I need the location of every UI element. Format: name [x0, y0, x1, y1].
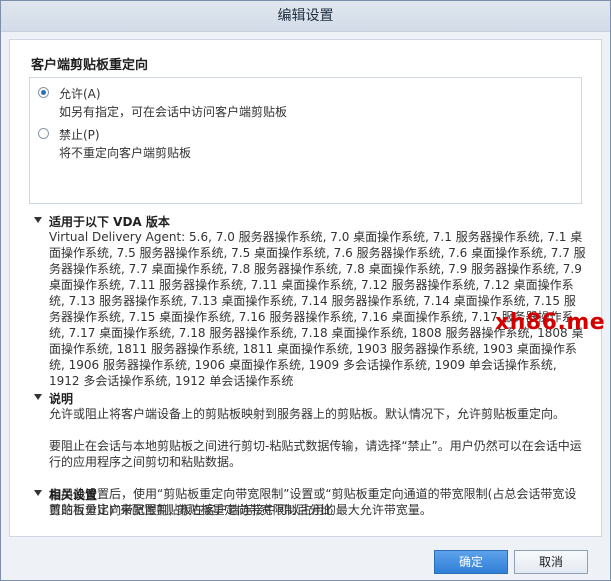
description-paragraph: 允许或阻止将客户端设备上的剪贴板映射到服务器上的剪贴板。默认情况下，允许剪贴板重…: [49, 407, 566, 421]
watermark-text: xh86.me: [495, 310, 606, 335]
description-paragraph: 要阻止在会话与本地剪贴板之间进行剪切-粘贴式数据传输，请选择“禁止”。用户仍然可…: [49, 439, 582, 469]
radio-allow-indicator[interactable]: [38, 87, 49, 98]
radio-allow-label[interactable]: 允许(A): [59, 85, 101, 102]
collapse-arrow-icon[interactable]: [34, 217, 42, 223]
collapse-arrow-icon[interactable]: [34, 490, 42, 496]
clipboard-redirection-options: 允许(A) 如另有指定，可在会话中访问客户端剪贴板 禁止(P) 将不重定向客户端…: [29, 77, 582, 204]
ok-button[interactable]: 确定: [434, 550, 508, 574]
collapse-arrow-icon[interactable]: [34, 394, 42, 400]
radio-prohibit-description: 将不重定向客户端剪贴板: [59, 146, 192, 160]
related-settings-text: 剪贴板重定向带宽限制, 剪贴板重定向带宽限制百分比: [49, 503, 333, 517]
radio-prohibit-indicator[interactable]: [38, 128, 49, 139]
dialog-title: 编辑设置: [1, 1, 610, 32]
related-settings-heading[interactable]: 相关设置: [49, 486, 97, 503]
edit-settings-dialog: 编辑设置 客户端剪贴板重定向 允许(A) 如另有指定，可在会话中访问客户端剪贴板…: [0, 0, 611, 581]
cancel-button[interactable]: 取消: [514, 550, 588, 574]
description-heading[interactable]: 说明: [49, 390, 73, 407]
applies-to-heading[interactable]: 适用于以下 VDA 版本: [49, 213, 170, 230]
radio-prohibit-label[interactable]: 禁止(P): [59, 126, 100, 143]
setting-title: 客户端剪贴板重定向: [31, 58, 149, 73]
settings-panel: 客户端剪贴板重定向 允许(A) 如另有指定，可在会话中访问客户端剪贴板 禁止(P…: [9, 39, 606, 537]
radio-allow-description: 如另有指定，可在会话中访问客户端剪贴板: [59, 105, 288, 119]
applies-to-text: Virtual Delivery Agent: 5.6, 7.0 服务器操作系统…: [49, 230, 586, 388]
